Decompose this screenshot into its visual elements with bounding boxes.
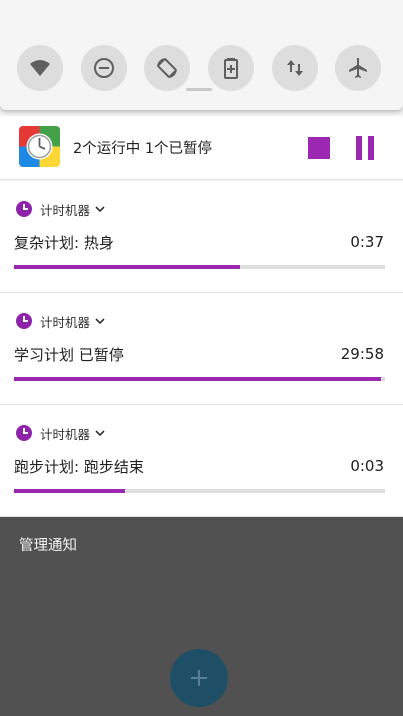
drag-handle[interactable] [186,88,212,91]
app-logo-icon [19,126,60,167]
chevron-down-icon[interactable] [95,428,105,438]
app-name: 计时机器 [40,426,91,442]
timer-progress-fill [14,377,382,381]
summary-notification[interactable]: 2个运行中 1个已暂停 [0,116,403,180]
battery-saver-icon[interactable] [208,45,254,91]
notification-header[interactable]: 计时机器 [16,200,105,218]
chevron-down-icon[interactable] [95,316,105,326]
timer-title: 复杂计划: 热身 [14,234,114,252]
do-not-disturb-icon[interactable] [81,45,127,91]
summary-text: 2个运行中 1个已暂停 [73,141,213,157]
timer-title: 跑步计划: 跑步结束 [14,458,144,476]
auto-rotate-icon[interactable] [144,45,190,91]
plus-icon [191,670,207,686]
timer-title: 学习计划 已暂停 [14,346,124,364]
timer-notification[interactable]: 计时机器 复杂计划: 热身 0:37 [0,181,403,293]
timer-progress-fill [14,489,126,493]
notification-header[interactable]: 计时机器 [16,424,105,442]
timer-notification[interactable]: 计时机器 跑步计划: 跑步结束 0:03 [0,405,403,517]
manage-notifications-button[interactable]: 管理通知 [19,534,77,555]
stop-all-button[interactable] [308,137,330,159]
app-name: 计时机器 [40,314,91,330]
clock-icon [16,425,32,441]
app-name: 计时机器 [40,202,91,218]
manage-area: 管理通知 [0,516,403,716]
pause-all-button[interactable] [354,136,376,160]
add-timer-button[interactable] [170,649,228,707]
timer-time: 0:37 [350,233,384,251]
clock-icon [16,201,32,217]
timer-time: 0:03 [350,457,384,475]
mobile-data-icon[interactable] [272,45,318,91]
chevron-down-icon[interactable] [95,204,105,214]
notification-header[interactable]: 计时机器 [16,312,105,330]
timer-notification[interactable]: 计时机器 学习计划 已暂停 29:58 [0,293,403,405]
timer-progress-bar [14,489,385,493]
quick-settings-panel [0,0,403,110]
timer-time: 29:58 [340,345,384,363]
airplane-mode-icon[interactable] [335,45,381,91]
quick-settings-tiles [17,45,387,93]
clock-icon [16,313,32,329]
timer-progress-fill [14,265,241,269]
timer-progress-bar [14,265,385,269]
wifi-icon[interactable] [17,45,63,91]
timer-progress-bar [14,377,385,381]
